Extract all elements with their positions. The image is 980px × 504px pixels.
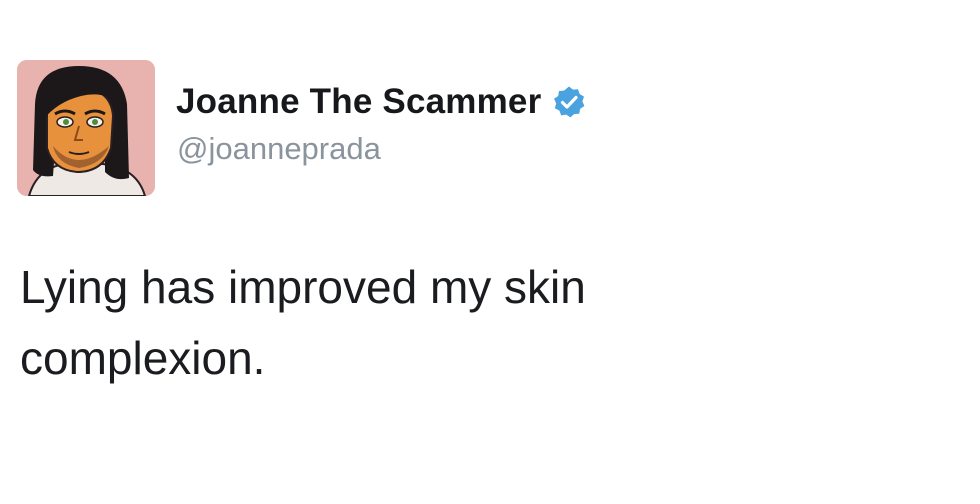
tweet-text: Lying has improved my skin complexion. <box>20 261 586 384</box>
verified-badge-icon <box>554 86 585 118</box>
tweet-card: Joanne The Scammer @joanneprada Lying ha… <box>0 0 980 504</box>
display-name[interactable]: Joanne The Scammer <box>176 82 541 122</box>
author-handle[interactable]: @joanneprada <box>177 131 381 167</box>
cartoon-portrait-icon <box>17 60 155 196</box>
author-name-row[interactable]: Joanne The Scammer <box>176 80 586 124</box>
avatar[interactable] <box>17 60 155 196</box>
